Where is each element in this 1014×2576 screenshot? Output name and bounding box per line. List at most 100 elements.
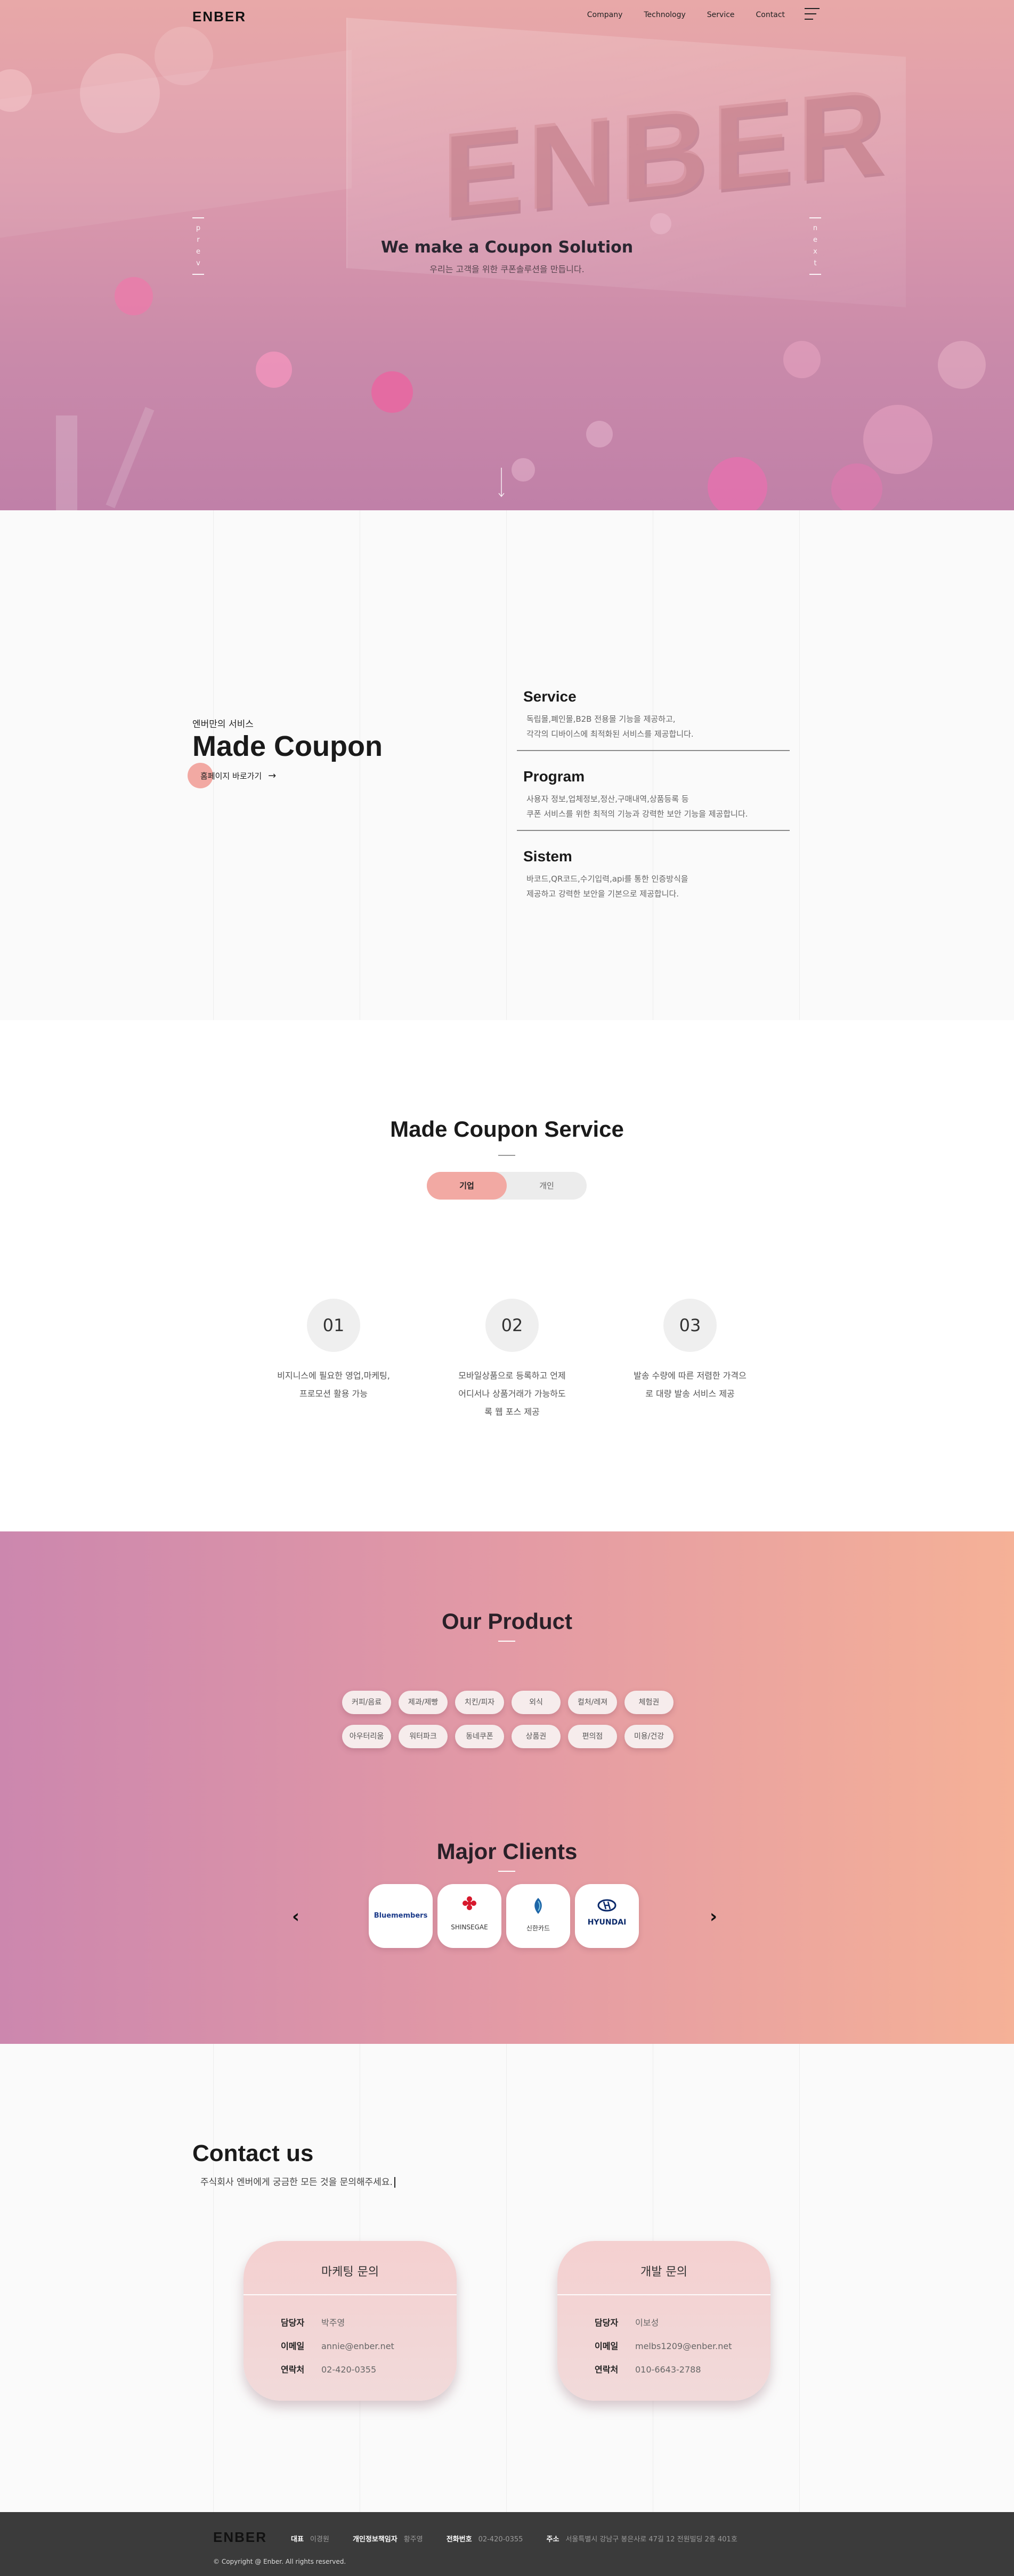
text-cursor: [394, 2177, 395, 2188]
email-link[interactable]: melbs1209@enber.net: [635, 2341, 732, 2351]
step-number: 02: [485, 1299, 539, 1352]
step-desc: 발송 수량에 따른 저렴한 가격으 로 대량 발송 서비스 제공: [634, 1371, 747, 1399]
bokeh-light: [512, 458, 535, 482]
title-underline: [498, 1871, 515, 1872]
product-chip[interactable]: 외식: [512, 1691, 561, 1714]
next-letter: t: [814, 259, 817, 267]
product-chip[interactable]: 커피/음료: [342, 1691, 391, 1714]
prev-button[interactable]: p r e v: [190, 217, 206, 292]
client-shinsegae[interactable]: SHINSEGAE: [437, 1884, 501, 1948]
hero-pillar: [56, 415, 77, 510]
copyright: © Copyright @ Enber. All rights reserved…: [213, 2558, 346, 2565]
bokeh-light: [80, 53, 160, 133]
company-info: 대표 이경원 개인정보책임자 황주영 전화번호 02-420-0355 주소 서울특별시…: [291, 2536, 737, 2544]
product-chip[interactable]: 아우터리움: [342, 1725, 391, 1748]
service-step: 03 발송 수량에 따른 저렴한 가격으 로 대량 발송 서비스 제공: [610, 1299, 770, 1403]
next-button[interactable]: n e x t: [807, 217, 823, 292]
phone-link[interactable]: 010-6643-2788: [635, 2365, 701, 2375]
chevron-right-icon[interactable]: ›: [710, 1907, 723, 1926]
hero-title: We make a Coupon Solution: [380, 238, 634, 257]
product-chip[interactable]: 미용/건강: [624, 1725, 674, 1748]
shinhan-card-label: 신한카드: [526, 1925, 550, 1932]
step-number: 03: [663, 1299, 717, 1352]
nav-contact[interactable]: Contact: [756, 11, 785, 19]
grid-line: [506, 510, 507, 1020]
product-chip[interactable]: 컬처/레져: [568, 1691, 617, 1714]
bokeh-light: [938, 341, 986, 389]
scroll-down-icon[interactable]: [498, 468, 505, 498]
feature-program: Program 사용자 정보,업체정보,정산,구매내역,상품등록 등 쿠폰 서비…: [517, 768, 790, 831]
product-chip[interactable]: 편의점: [568, 1725, 617, 1748]
product-title: Our Product: [441, 1609, 572, 1634]
chevron-left-icon[interactable]: ‹: [292, 1907, 305, 1926]
title-underline: [498, 1641, 515, 1642]
bokeh-light: [371, 371, 413, 413]
service-step: 02 모바일상품으로 등록하고 언제 어디서나 상품거래가 가능하도 록 웹 포스 …: [432, 1299, 592, 1421]
product-chip[interactable]: 상품권: [512, 1725, 561, 1748]
hero-stand: [106, 406, 155, 509]
card-title: 마케팅 문의: [321, 2265, 379, 2279]
bokeh-light: [256, 352, 292, 388]
tab-business[interactable]: 기업: [427, 1172, 507, 1200]
service-step: 01 비지니스에 필요한 영업,마케팅, 프로모션 활용 가능: [254, 1299, 413, 1403]
contact-row: 이메일 annie@enber.net: [281, 2341, 394, 2351]
step-desc: 비지니스에 필요한 영업,마케팅, 프로모션 활용 가능: [277, 1371, 390, 1399]
feature-desc: 바코드,QR코드,수기입력,api를 통한 인증방식을 제공하고 강력한 보안을…: [526, 874, 688, 899]
hyundai-logo-icon: [597, 1899, 616, 1912]
contact-row: 이메일 melbs1209@enber.net: [595, 2341, 732, 2351]
feature-divider: [517, 830, 790, 831]
hero-section: ENBER We make a Coupon Solution 우리는 고객을 …: [0, 0, 1014, 510]
menu-icon[interactable]: [805, 8, 820, 20]
bokeh-light: [650, 213, 671, 234]
bokeh-light: [831, 463, 882, 510]
phone-link[interactable]: 02-420-0355: [321, 2365, 376, 2375]
service-tabs: 기업 개인: [427, 1172, 587, 1200]
section-label: 엔버만의 서비스: [192, 719, 254, 730]
feature-sistem: Sistem 바코드,QR코드,수기입력,api를 통한 인증방식을 제공하고 …: [517, 848, 790, 901]
shinsegae-label: SHINSEGAE: [451, 1923, 488, 1931]
feature-title: Sistem: [523, 848, 572, 865]
product-chip[interactable]: 제과/제빵: [399, 1691, 448, 1714]
client-hyundai[interactable]: HYUNDAI: [575, 1884, 639, 1948]
bokeh-light: [783, 341, 821, 378]
client-shinhan-card[interactable]: 신한카드: [506, 1884, 570, 1948]
service-title: Made Coupon Service: [390, 1116, 624, 1142]
card-title: 개발 문의: [640, 2265, 687, 2279]
site-footer: ENBER 대표 이경원 개인정보책임자 황주영 전화번호 02-420-0355 주…: [0, 2512, 1014, 2576]
homepage-link[interactable]: 홈페이지 바로가기 →: [188, 763, 276, 788]
bokeh-light: [863, 405, 932, 474]
main-nav: Company Technology Service Contact: [587, 11, 785, 19]
product-chip[interactable]: 체험권: [624, 1691, 674, 1714]
hyundai-label: HYUNDAI: [587, 1918, 627, 1927]
product-chip[interactable]: 치킨/피자: [455, 1691, 504, 1714]
feature-desc: 독립몰,폐인몰,B2B 전용몰 기능을 제공하고, 각각의 디바이스에 최적화된…: [526, 714, 694, 739]
card-divider: [557, 2294, 770, 2295]
nav-technology[interactable]: Technology: [644, 11, 685, 19]
bokeh-light: [155, 27, 213, 85]
client-bluemembers[interactable]: Bluemembers: [369, 1884, 433, 1948]
grid-line: [213, 2044, 214, 2512]
product-chip[interactable]: 동네쿠폰: [455, 1725, 504, 1748]
contact-title: Contact us: [192, 2140, 314, 2166]
made-coupon-title: Made Coupon: [192, 730, 383, 762]
prev-letter: r: [197, 236, 200, 244]
next-letter: e: [813, 236, 817, 244]
footer-logo[interactable]: ENBER: [213, 2529, 267, 2546]
contact-row: 담당자 이보성: [595, 2318, 659, 2328]
contact-card-development: 개발 문의 담당자 이보성 이메일 melbs1209@enber.net 연락처 0…: [557, 2241, 770, 2401]
prev-letter: e: [196, 248, 200, 256]
contact-row: 연락처 02-420-0355: [281, 2365, 377, 2375]
bokeh-light: [708, 457, 767, 510]
nav-service[interactable]: Service: [707, 11, 735, 19]
feature-service: Service 독립몰,폐인몰,B2B 전용몰 기능을 제공하고, 각각의 디바…: [517, 688, 790, 751]
logo[interactable]: ENBER: [192, 9, 246, 25]
feature-title: Program: [523, 768, 585, 785]
title-underline: [498, 1155, 515, 1156]
contact-card-marketing: 마케팅 문의 담당자 박주영 이메일 annie@enber.net 연락처 02-4…: [244, 2241, 457, 2401]
arrow-right-icon: →: [268, 770, 277, 781]
tab-personal[interactable]: 개인: [507, 1172, 587, 1200]
product-chip[interactable]: 워터파크: [399, 1725, 448, 1748]
nav-company[interactable]: Company: [587, 11, 623, 19]
shinsegae-logo-icon: [463, 1896, 476, 1910]
email-link[interactable]: annie@enber.net: [321, 2341, 394, 2351]
